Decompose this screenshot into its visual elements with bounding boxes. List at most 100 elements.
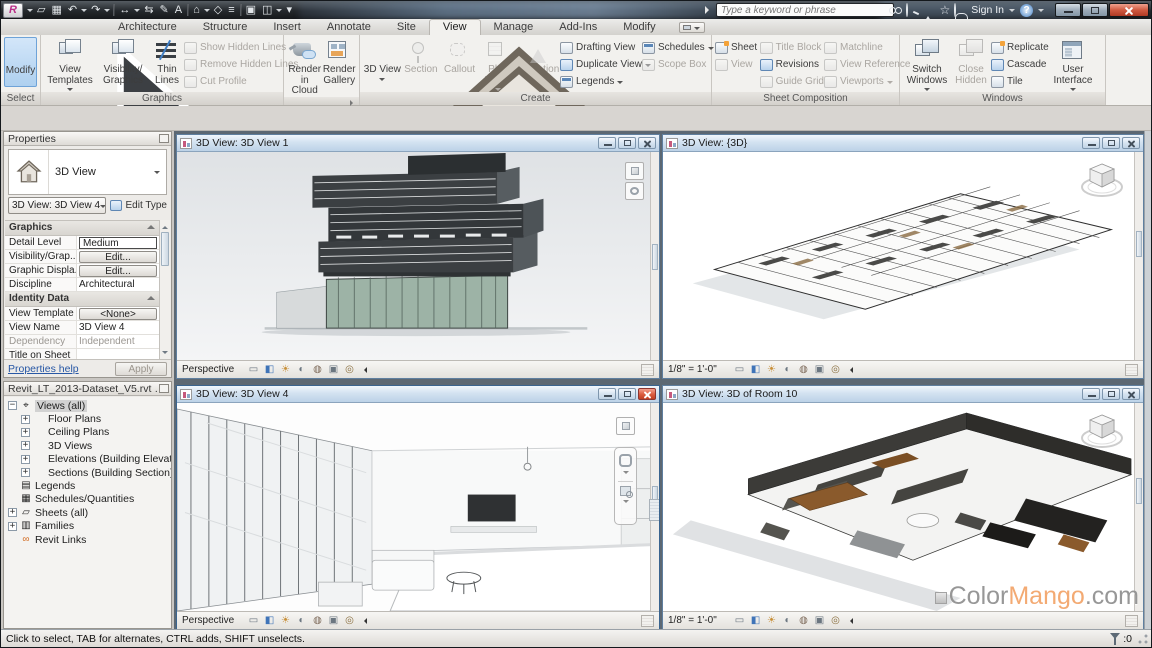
sign-in-caret-icon[interactable] (1009, 9, 1015, 15)
browser-item-revit-links[interactable]: ∞Revit Links (4, 533, 171, 546)
palette-menu-icon[interactable] (159, 384, 169, 393)
viewport-restore-button[interactable] (618, 137, 636, 149)
crop-size-icon[interactable]: ▭ (247, 363, 260, 377)
visual-style-icon[interactable]: ◧ (263, 363, 276, 377)
redo-icon[interactable]: ↷ (88, 1, 103, 19)
default-3d-view-icon-caret[interactable] (204, 9, 210, 15)
scale-control[interactable]: 1/8" = 1'-0" (668, 364, 730, 375)
property-value[interactable]: Medium (77, 236, 159, 249)
scroll-corner-grip[interactable] (1125, 364, 1138, 376)
revisions-button[interactable]: Revisions (760, 56, 824, 73)
expand-toggle-icon[interactable]: + (8, 522, 17, 531)
sun-path-icon[interactable]: ☀ (765, 363, 778, 377)
save-icon[interactable]: ▦ (48, 1, 64, 19)
viewport-close-button[interactable] (638, 388, 656, 400)
render-icon[interactable]: ◍ (797, 363, 810, 377)
thin-lines-button[interactable]: Thin Lines (150, 37, 184, 89)
sun-path-icon[interactable]: ☀ (765, 614, 778, 628)
reveal-hidden-icon[interactable]: ◎ (829, 363, 842, 377)
viewport-restore-button[interactable] (618, 388, 636, 400)
search-binoculars-icon[interactable] (889, 4, 902, 17)
aligned-dimension-icon[interactable]: ⇆ (141, 1, 156, 19)
scope-box-button[interactable]: Scope Box (642, 56, 708, 73)
viewport-3d-default[interactable]: 3D View: {3D} (662, 134, 1144, 379)
viewport-close-button[interactable] (1122, 137, 1140, 149)
scroll-corner-grip[interactable] (641, 615, 654, 627)
properties-scrollbar[interactable] (159, 220, 170, 360)
render-icon[interactable]: ◍ (797, 614, 810, 628)
sun-path-icon[interactable]: ☀ (279, 363, 292, 377)
tab-add-ins[interactable]: Add-Ins (546, 20, 610, 35)
window-minimize-button[interactable] (1055, 3, 1081, 17)
tab-insert[interactable]: Insert (260, 20, 314, 35)
switch-windows-button[interactable]: Switch Windows (903, 37, 951, 92)
scroll-corner-grip[interactable] (641, 364, 654, 376)
view-button[interactable]: View (715, 56, 760, 73)
properties-help-link[interactable]: Properties help (8, 363, 79, 375)
thin-lines-icon[interactable]: ≡ (225, 1, 237, 19)
zoom-icon[interactable] (620, 486, 631, 496)
reveal-hidden-icon[interactable]: ◎ (343, 363, 356, 377)
browser-item-sections-building-section[interactable]: +Sections (Building Section) (4, 466, 171, 479)
expand-toggle-icon[interactable]: + (21, 428, 30, 437)
measure-icon-caret[interactable] (134, 9, 140, 15)
cascade-button[interactable]: Cascade (991, 56, 1049, 73)
property-value[interactable]: <None> (77, 307, 159, 320)
navigation-bar[interactable] (625, 162, 645, 200)
tile-button[interactable]: Tile (991, 73, 1049, 90)
expand-toggle-icon[interactable]: + (21, 441, 30, 450)
crop-view-icon[interactable]: ▣ (327, 363, 340, 377)
resize-grip[interactable] (1137, 633, 1149, 645)
communication-center-icon[interactable] (923, 4, 936, 17)
shadows-icon[interactable]: ◐ (295, 614, 308, 628)
text-icon[interactable]: A (172, 1, 185, 19)
property-group-identity-data[interactable]: Identity Data (5, 292, 159, 307)
viewport-3d-of-room-10[interactable]: 3D View: 3D of Room 10 (662, 385, 1144, 630)
viewport-vertical-scrollbar[interactable] (1134, 152, 1143, 360)
matchline-button[interactable]: Matchline (824, 39, 896, 56)
collapse-arrow-icon[interactable] (847, 367, 853, 373)
type-selector-combo[interactable]: 3D View: 3D View 4 (8, 197, 106, 214)
reveal-hidden-icon[interactable]: ◎ (829, 614, 842, 628)
apply-button[interactable]: Apply (115, 362, 167, 376)
scrollbar-grip[interactable] (649, 499, 659, 521)
sun-path-icon[interactable]: ☀ (279, 614, 292, 628)
crop-view-icon[interactable]: ▣ (327, 614, 340, 628)
crop-size-icon[interactable]: ▭ (733, 363, 746, 377)
type-selector-preview[interactable]: 3D View (8, 149, 167, 195)
measure-icon[interactable]: ↔ (116, 1, 133, 19)
search-expand-icon[interactable] (705, 6, 713, 14)
browser-item-legends[interactable]: ▤Legends (4, 479, 171, 492)
viewport-restore-button[interactable] (1102, 137, 1120, 149)
view-reference-button[interactable]: View Reference (824, 56, 896, 73)
visual-style-icon[interactable]: ◧ (263, 614, 276, 628)
schedules-button[interactable]: Schedules (642, 39, 708, 56)
tag-icon[interactable]: ✎ (157, 1, 172, 19)
viewport-title-bar[interactable]: 3D View: {3D} (663, 135, 1143, 152)
viewcube-button[interactable] (616, 417, 635, 435)
tab-manage[interactable]: Manage (481, 20, 547, 35)
steering-wheel-icon[interactable] (619, 454, 632, 467)
remove-hidden-lines-button[interactable]: Remove Hidden Lines (184, 56, 280, 73)
viewport-minimize-button[interactable] (598, 137, 616, 149)
collapse-arrow-icon[interactable] (361, 367, 367, 373)
scroll-corner-grip[interactable] (1125, 615, 1138, 627)
browser-item-ceiling-plans[interactable]: +Ceiling Plans (4, 426, 171, 439)
shadows-icon[interactable]: ◐ (781, 363, 794, 377)
viewport-minimize-button[interactable] (598, 388, 616, 400)
viewport-minimize-button[interactable] (1082, 388, 1100, 400)
application-menu-button[interactable]: R (3, 3, 23, 18)
search-input[interactable] (716, 3, 894, 17)
expand-toggle-icon[interactable]: + (21, 468, 30, 477)
palette-menu-icon[interactable] (159, 134, 169, 143)
tab-architecture[interactable]: Architecture (105, 20, 190, 35)
sign-in-person-icon[interactable] (954, 4, 967, 17)
group-pin-icon[interactable] (147, 225, 155, 229)
browser-item-floor-plans[interactable]: +Floor Plans (4, 412, 171, 425)
help-icon[interactable]: ? (1020, 4, 1033, 17)
scale-control[interactable]: 1/8" = 1'-0" (668, 615, 730, 626)
crop-view-icon[interactable]: ▣ (813, 614, 826, 628)
collapse-arrow-icon[interactable] (847, 618, 853, 624)
viewport-title-bar[interactable]: 3D View: 3D of Room 10 (663, 386, 1143, 403)
minimize-ribbon-button[interactable] (679, 22, 705, 33)
